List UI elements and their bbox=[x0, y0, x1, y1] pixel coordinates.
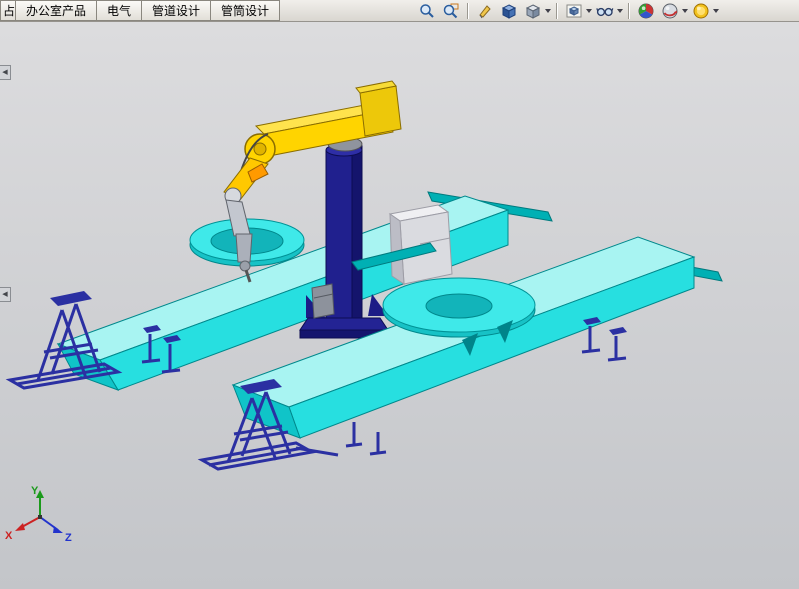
display-style-dropdown-arrow[interactable] bbox=[545, 9, 551, 13]
eyeglasses-dropdown-arrow[interactable] bbox=[617, 9, 623, 13]
heads-up-view-toolbar bbox=[416, 0, 719, 21]
cad-application-window: 占 办公室产品 电气 管道设计 管筒设计 bbox=[0, 0, 799, 589]
graphics-viewport[interactable]: Y X Z ◀ ◀ bbox=[0, 22, 799, 589]
gray-fixture[interactable] bbox=[390, 205, 452, 284]
toolbar-separator bbox=[628, 3, 630, 19]
tab-partial[interactable]: 占 bbox=[0, 0, 16, 21]
tab-piping-design[interactable]: 管道设计 bbox=[141, 0, 211, 21]
collapse-panel-arrow-top[interactable]: ◀ bbox=[0, 65, 11, 80]
hide-show-dropdown-arrow[interactable] bbox=[586, 9, 592, 13]
glasses-icon bbox=[596, 3, 614, 19]
toolbar-separator bbox=[467, 3, 469, 19]
tab-electrical[interactable]: 电气 bbox=[96, 0, 142, 21]
tab-office-products[interactable]: 办公室产品 bbox=[15, 0, 97, 21]
collapse-panel-arrow-middle[interactable]: ◀ bbox=[0, 287, 11, 302]
3d-scene: Y X Z bbox=[0, 22, 799, 589]
origin-triad: Y X Z bbox=[5, 485, 72, 544]
command-tab-bar: 占 办公室产品 电气 管道设计 管筒设计 bbox=[0, 0, 280, 21]
command-toolbar: 占 办公室产品 电气 管道设计 管筒设计 bbox=[0, 0, 799, 22]
section-view-button[interactable] bbox=[474, 2, 496, 20]
toolbar-separator bbox=[556, 3, 558, 19]
zoom-to-fit-button[interactable] bbox=[416, 2, 438, 20]
apply-scene-button[interactable] bbox=[659, 2, 681, 20]
color-sphere-icon bbox=[638, 3, 654, 19]
apply-scene-dropdown-arrow[interactable] bbox=[682, 9, 688, 13]
triad-x-label: X bbox=[5, 530, 13, 542]
edit-appearance-button[interactable] bbox=[635, 2, 657, 20]
realview-button[interactable] bbox=[690, 2, 712, 20]
display-style-button[interactable] bbox=[522, 2, 544, 20]
zoom-to-area-button[interactable] bbox=[440, 2, 462, 20]
triad-z-label: Z bbox=[65, 532, 72, 544]
magnifier-area-icon bbox=[443, 3, 459, 19]
view-orientation-button[interactable] bbox=[498, 2, 520, 20]
scene-sphere-icon bbox=[662, 3, 678, 19]
gold-sphere-icon bbox=[693, 3, 709, 19]
display-style-cube-icon bbox=[525, 3, 541, 19]
orientation-cube-icon bbox=[501, 3, 517, 19]
realview-dropdown-arrow[interactable] bbox=[713, 9, 719, 13]
magnifier-icon bbox=[419, 3, 435, 19]
framed-cube-icon bbox=[566, 3, 582, 19]
blade-icon bbox=[477, 3, 493, 19]
eyeglasses-view-button[interactable] bbox=[594, 2, 616, 20]
tab-tubing-design[interactable]: 管筒设计 bbox=[210, 0, 280, 21]
hide-show-items-button[interactable] bbox=[563, 2, 585, 20]
triad-y-label: Y bbox=[31, 485, 39, 497]
